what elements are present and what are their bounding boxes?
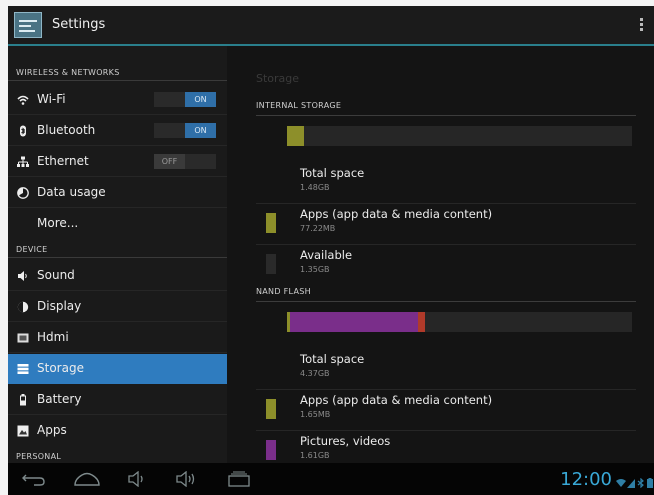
system-navigation-bar: 12:00 bbox=[8, 463, 654, 495]
nand-apps-row[interactable]: Apps (app data & media content) 1.65MB bbox=[256, 391, 636, 431]
apps-legend-swatch bbox=[266, 399, 276, 419]
home-icon[interactable] bbox=[74, 471, 100, 487]
sidebar-item-apps[interactable]: Apps bbox=[8, 416, 227, 446]
status-clock: 12:00 bbox=[560, 469, 612, 490]
recent-apps-icon[interactable] bbox=[228, 471, 250, 487]
sidebar-item-data-usage[interactable]: Data usage bbox=[8, 178, 227, 208]
bluetooth-icon bbox=[17, 125, 29, 137]
signal-status-icon bbox=[627, 473, 635, 488]
nand-total-space-row[interactable]: Total space 4.37GB bbox=[256, 350, 636, 390]
apps-legend-swatch bbox=[266, 213, 276, 233]
sidebar-item-wifi[interactable]: Wi-Fi ON bbox=[8, 85, 227, 115]
action-bar: Settings bbox=[8, 6, 654, 46]
sidebar-item-bluetooth[interactable]: Bluetooth ON bbox=[8, 116, 227, 146]
section-header-internal-storage: INTERNAL STORAGE bbox=[256, 101, 342, 110]
sidebar-item-label: Sound bbox=[37, 268, 75, 282]
sidebar-item-display[interactable]: Display bbox=[8, 292, 227, 322]
usage-segment-other bbox=[418, 312, 425, 332]
display-icon bbox=[17, 301, 29, 313]
settings-icon[interactable] bbox=[14, 12, 42, 38]
usage-segment-apps bbox=[287, 126, 304, 146]
internal-storage-usage-bar bbox=[287, 126, 632, 146]
sidebar-item-more[interactable]: More... bbox=[8, 209, 227, 239]
sidebar-item-battery[interactable]: Battery bbox=[8, 385, 227, 415]
usage-segment-pictures bbox=[290, 312, 418, 332]
back-icon[interactable] bbox=[22, 471, 46, 487]
panel-title: Storage bbox=[256, 72, 300, 85]
wifi-status-icon bbox=[616, 473, 626, 487]
device-frame: Settings WIRELESS & NETWORKS Wi-Fi ON Bl… bbox=[0, 0, 654, 495]
apps-icon bbox=[17, 425, 29, 437]
volume-down-icon[interactable] bbox=[128, 470, 148, 488]
page-title: Settings bbox=[52, 17, 106, 32]
sidebar-item-label: Ethernet bbox=[37, 154, 89, 168]
volume-up-icon[interactable] bbox=[176, 470, 200, 488]
wifi-icon bbox=[17, 94, 29, 106]
sound-icon bbox=[17, 270, 29, 282]
storage-icon bbox=[17, 363, 29, 375]
battery-status-icon bbox=[647, 473, 653, 488]
nand-flash-usage-bar bbox=[287, 312, 632, 332]
available-legend-swatch bbox=[266, 254, 276, 274]
section-header-nand-flash: NAND FLASH bbox=[256, 287, 311, 296]
ethernet-icon bbox=[17, 156, 29, 168]
battery-icon bbox=[17, 394, 29, 406]
sidebar-item-label: Data usage bbox=[37, 185, 106, 199]
overflow-menu-icon[interactable] bbox=[640, 18, 644, 32]
internal-available-row[interactable]: Available 1.35GB bbox=[256, 246, 636, 286]
screen: Settings WIRELESS & NETWORKS Wi-Fi ON Bl… bbox=[8, 6, 654, 495]
sidebar-item-label: Display bbox=[37, 299, 82, 313]
hdmi-icon bbox=[17, 332, 29, 344]
internal-apps-row[interactable]: Apps (app data & media content) 77.22MB bbox=[256, 205, 636, 245]
storage-panel: Storage INTERNAL STORAGE Total space 1.4… bbox=[227, 46, 654, 463]
ethernet-toggle[interactable]: OFF bbox=[154, 154, 216, 169]
sidebar-item-sound[interactable]: Sound bbox=[8, 261, 227, 291]
sidebar-item-label: More... bbox=[37, 216, 79, 230]
sidebar-item-label: Apps bbox=[37, 423, 67, 437]
sidebar-item-label: Bluetooth bbox=[37, 123, 96, 137]
sidebar-item-label: Battery bbox=[37, 392, 82, 406]
sidebar-item-hdmi[interactable]: Hdmi bbox=[8, 323, 227, 353]
internal-total-space-row[interactable]: Total space 1.48GB bbox=[256, 164, 636, 204]
section-header-wireless: WIRELESS & NETWORKS bbox=[16, 68, 120, 77]
wifi-toggle[interactable]: ON bbox=[154, 92, 216, 107]
sidebar-item-label: Storage bbox=[37, 361, 84, 375]
settings-sidebar: WIRELESS & NETWORKS Wi-Fi ON Bluetooth O… bbox=[8, 46, 227, 463]
bluetooth-toggle[interactable]: ON bbox=[154, 123, 216, 138]
section-header-device: DEVICE bbox=[16, 245, 48, 254]
sidebar-item-ethernet[interactable]: Ethernet OFF bbox=[8, 147, 227, 177]
sidebar-item-storage[interactable]: Storage bbox=[8, 354, 227, 384]
data-usage-icon bbox=[17, 187, 29, 199]
section-header-personal: PERSONAL bbox=[16, 452, 62, 461]
bluetooth-status-icon bbox=[637, 473, 645, 489]
pictures-legend-swatch bbox=[266, 440, 276, 460]
sidebar-item-label: Wi-Fi bbox=[37, 92, 66, 106]
sidebar-item-label: Hdmi bbox=[37, 330, 69, 344]
